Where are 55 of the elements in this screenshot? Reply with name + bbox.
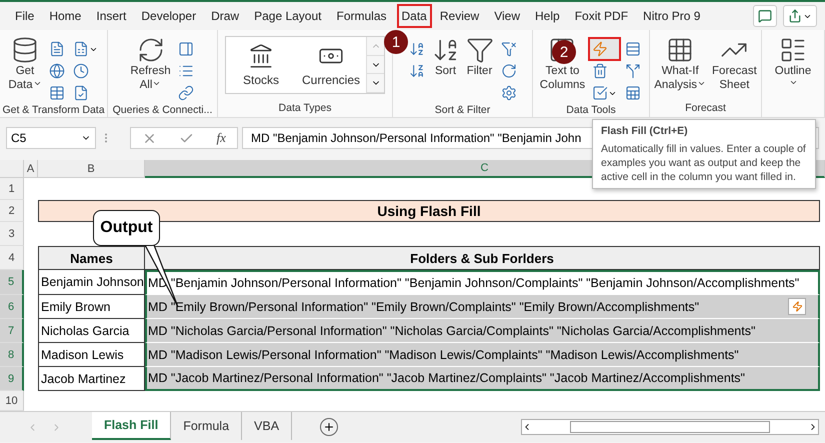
menu-tab[interactable]: Help (530, 4, 565, 28)
row-header[interactable]: 5 (0, 270, 24, 295)
ribbon-button[interactable]: Filter (464, 34, 494, 80)
menu-tab[interactable]: Home (44, 4, 86, 28)
data-type-button[interactable]: Stocks (226, 37, 296, 93)
group-label: Data Types (278, 101, 332, 115)
menu-tab[interactable]: Review (434, 4, 484, 28)
row-header[interactable]: 6 (0, 295, 24, 319)
cell-reference: C5 (11, 131, 26, 145)
menu-tab[interactable]: Page Layout (249, 4, 326, 28)
output-callout: Output (93, 210, 160, 246)
ribbon-button[interactable]: Forecast Sheet (711, 34, 758, 94)
menu-tab[interactable]: File (10, 4, 40, 28)
menu-tab[interactable]: Insert (91, 4, 132, 28)
group-label: Data Tools (566, 103, 616, 117)
menu-tab[interactable]: Nitro Pro 9 (638, 4, 706, 28)
menu-tab[interactable]: Formulas (331, 4, 392, 28)
row-header[interactable]: 1 (0, 178, 24, 200)
menu-tab[interactable]: Developer (136, 4, 202, 28)
data-type-button[interactable]: Currencies (296, 37, 366, 93)
sheet-tab[interactable]: VBA (242, 412, 292, 440)
menu-tab[interactable]: Draw (206, 4, 244, 28)
group-label: Queries & Connecti... (112, 103, 212, 117)
row-header[interactable]: 8 (0, 343, 24, 367)
row-header[interactable]: 4 (0, 246, 24, 270)
column-header[interactable]: B (38, 160, 145, 178)
header-cell: Folders & Sub Forlders (145, 246, 820, 270)
table-cell: MD "Emily Brown/Personal Information" "Emily Brown/Complaints" "Emily Brown/Accomplishments" (145, 295, 820, 319)
menu-tab[interactable]: View (489, 4, 526, 28)
group-label: Forecast (685, 101, 726, 115)
name-box[interactable]: C5 (6, 127, 96, 149)
row-header[interactable]: 9 (0, 367, 24, 391)
ribbon-button[interactable]: Sort (430, 34, 460, 80)
row-header[interactable]: 10 (0, 391, 24, 411)
row-header[interactable]: 3 (0, 222, 24, 246)
table-cell: MD "Jacob Martinez/Personal Information" "Jacob Martinez/Complaints" "Jacob Martinez/Accomplishments" (145, 367, 820, 391)
menu-tab[interactable]: Data (396, 4, 432, 28)
sheet-tab[interactable]: Formula (171, 412, 242, 440)
ribbon-button[interactable]: Refresh All (129, 34, 172, 94)
table-cell: MD "Madison Lewis/Personal Information" "Madison Lewis/Complaints" "Madison Lewis/Accomplishments" (145, 343, 820, 367)
sheet-tab[interactable]: Flash Fill (92, 412, 172, 440)
group-label: Get & Transform Data (2, 103, 105, 117)
tooltip-title: Flash Fill (Ctrl+E) (601, 124, 689, 138)
ribbon-button[interactable]: Get Data (7, 34, 43, 94)
table-cell: MD "Nicholas Garcia/Personal Information" "Nicholas Garcia/Complaints" "Nicholas Garcia/Accomplishments" (145, 319, 820, 343)
sheet-title: Using Flash Fill (38, 200, 820, 222)
header-cell: Names (38, 246, 145, 270)
ribbon-button[interactable]: Outline (774, 34, 812, 89)
column-header[interactable]: A (24, 160, 38, 178)
row-header[interactable]: 2 (0, 200, 24, 222)
insert-function-button[interactable]: fx (216, 130, 226, 146)
row-header[interactable]: 7 (0, 319, 24, 343)
group-label: Sort & Filter (434, 103, 490, 117)
ribbon-button[interactable]: What-If Analysis (653, 34, 708, 94)
menu-tab[interactable]: Foxit PDF (570, 4, 634, 28)
